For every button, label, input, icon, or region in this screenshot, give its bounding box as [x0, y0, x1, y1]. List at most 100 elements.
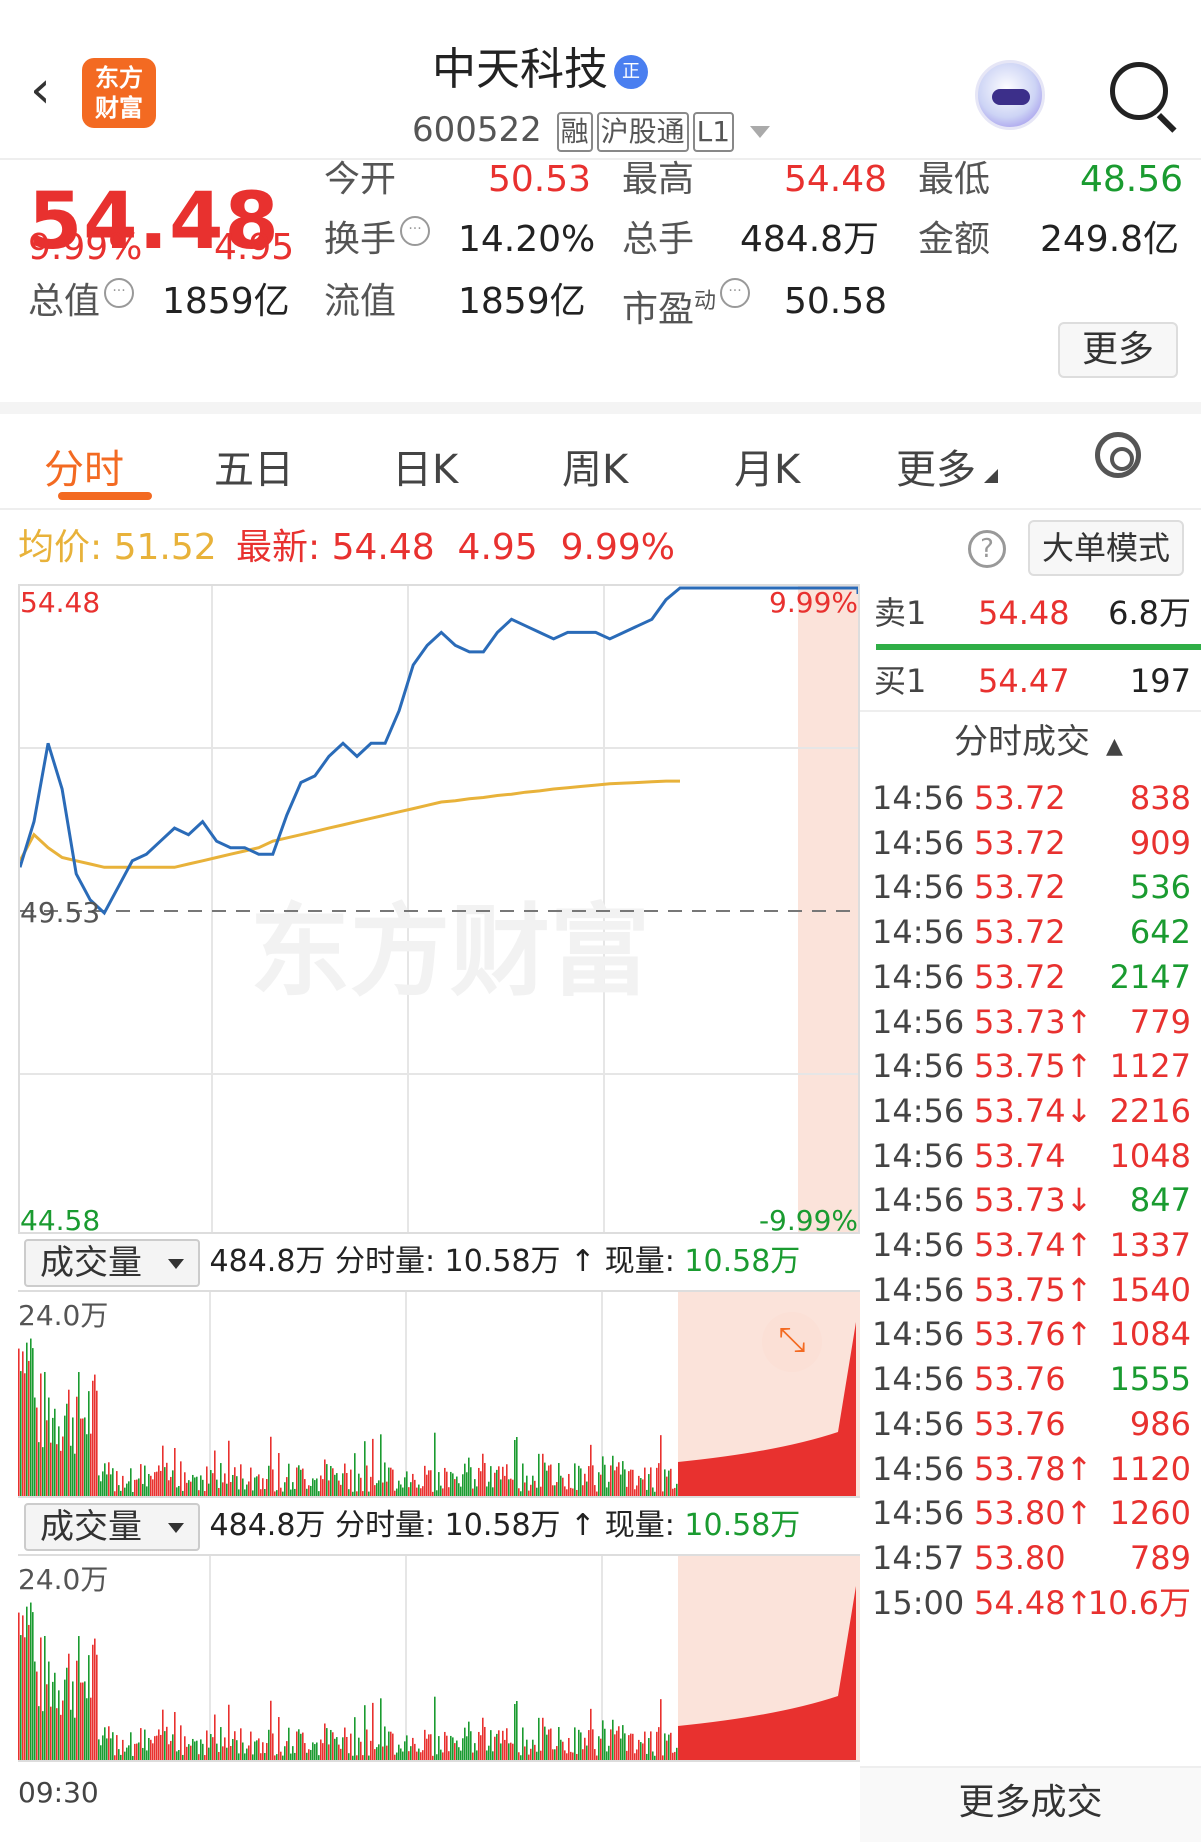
volume-chart-2[interactable]: 24.0万 [18, 1554, 860, 1762]
volume-bar [332, 1732, 334, 1760]
volume-bar [376, 1747, 378, 1760]
volume-bar [666, 1476, 668, 1496]
volume-bar [626, 1486, 628, 1496]
volume-bar [24, 1373, 26, 1496]
more-trades-button[interactable]: 更多成交 [860, 1766, 1201, 1842]
volume-bar [48, 1661, 50, 1760]
volume-bar [348, 1753, 350, 1760]
volume-bar [592, 1465, 594, 1496]
volume-bar [78, 1636, 80, 1760]
volume-bar [650, 1731, 652, 1760]
volume-bar [456, 1740, 458, 1760]
volume-bar [552, 1749, 554, 1760]
volume-bar [502, 1730, 504, 1760]
volume-bar [170, 1476, 172, 1496]
volume-bar [558, 1463, 560, 1496]
volume-bar [162, 1445, 164, 1496]
trades-title[interactable]: 分时成交 ▲ [954, 712, 1123, 777]
volume-bar [480, 1471, 482, 1496]
volume-bar [526, 1475, 528, 1496]
volume-selector-2[interactable]: 成交量 [24, 1502, 200, 1551]
volume-bar [238, 1753, 240, 1760]
volume-bar [508, 1479, 510, 1496]
order-divider [876, 644, 1201, 650]
volume-bar [406, 1735, 408, 1760]
volume-bar [42, 1711, 44, 1760]
volume-bar [436, 1490, 438, 1496]
volume-chart[interactable]: 24.0万 ⤡ [18, 1290, 860, 1498]
volume-bar [302, 1468, 304, 1496]
tab-more[interactable]: 更多 [896, 442, 998, 498]
volume-bar [188, 1744, 190, 1760]
volume-bar [472, 1752, 474, 1760]
volume-bar [346, 1472, 348, 1496]
gear-icon[interactable] [1095, 432, 1141, 478]
intraday-chart[interactable]: 东方财富 54.48 49.53 44.58 9.99% -9.99% [18, 584, 860, 1234]
volume-bar [518, 1488, 520, 1496]
volume-bar [482, 1717, 484, 1760]
volume-bar [220, 1727, 222, 1760]
robot-avatar-icon[interactable] [975, 60, 1045, 130]
back-button[interactable]: ‹ [30, 60, 51, 120]
volume-bar [100, 1481, 102, 1496]
volume-bar [660, 1435, 662, 1496]
volume-bar [38, 1706, 40, 1760]
volume-bar [24, 1637, 26, 1760]
volume-selector[interactable]: 成交量 [24, 1238, 200, 1287]
volume-bar [516, 1437, 518, 1496]
tab-5day[interactable]: 五日 [214, 442, 294, 498]
pct-top-label: 9.99% [769, 586, 858, 619]
volume-bar [312, 1742, 314, 1760]
volume-bar [306, 1488, 308, 1496]
volume-bar [198, 1490, 200, 1496]
info-icon[interactable]: ··· [104, 278, 135, 308]
volume-bar [676, 1483, 678, 1496]
volume-bar [654, 1755, 656, 1760]
volume-bar [274, 1491, 276, 1496]
sell-1-row[interactable]: 卖1 54.48 6.8万 [860, 584, 1201, 642]
volume-bar [268, 1729, 270, 1760]
app-logo[interactable]: 东方 财富 [82, 58, 156, 128]
info-icon[interactable]: ··· [720, 278, 751, 308]
volume-bar [486, 1486, 488, 1496]
volume-bar [428, 1734, 430, 1760]
tab-monthly-k[interactable]: 月K [734, 442, 800, 498]
volume-bar [172, 1734, 174, 1760]
volume-bar [68, 1653, 70, 1760]
volume-bar [132, 1755, 134, 1760]
volume-bar [610, 1729, 612, 1760]
volume-bar [290, 1489, 292, 1496]
volume-bar [550, 1464, 552, 1496]
dropdown-icon[interactable] [750, 125, 771, 138]
expand-arrows-icon[interactable]: ⤡ [762, 1312, 822, 1372]
more-quote-button[interactable]: 更多 [1058, 322, 1178, 378]
volume-bar [150, 1475, 152, 1496]
tab-daily-k[interactable]: 日K [392, 442, 458, 498]
search-icon[interactable] [1110, 62, 1168, 120]
volume-bar [474, 1479, 476, 1496]
volume-bar [360, 1477, 362, 1496]
volume-bar [120, 1754, 122, 1760]
big-order-mode-button[interactable]: 大单模式 [1028, 520, 1184, 576]
price-line [20, 586, 858, 916]
low-value: 48.56 [1080, 159, 1184, 200]
buy-1-row[interactable]: 买1 54.47 197 [860, 652, 1201, 710]
volume-bar [464, 1463, 466, 1496]
volume-bar [216, 1743, 218, 1760]
tab-intraday[interactable]: 分时 [44, 442, 124, 498]
volume-bar [536, 1487, 538, 1496]
tab-weekly-k[interactable]: 周K [562, 442, 628, 498]
volume-bar [144, 1465, 146, 1496]
volume-bar [260, 1753, 262, 1760]
volume-bar [52, 1681, 54, 1760]
volume-bar [384, 1462, 386, 1496]
now-volume-2: 10.58万 [684, 1508, 801, 1543]
volume-bar [556, 1482, 558, 1496]
volume-bar [638, 1739, 640, 1760]
volume-bar [374, 1749, 376, 1760]
info-icon[interactable]: ··· [400, 216, 431, 246]
volume-bar [570, 1487, 572, 1496]
help-icon[interactable]: ? [968, 530, 1006, 568]
arrow-up-2: ↑ [570, 1508, 596, 1543]
corner-arrow-icon [984, 469, 998, 483]
